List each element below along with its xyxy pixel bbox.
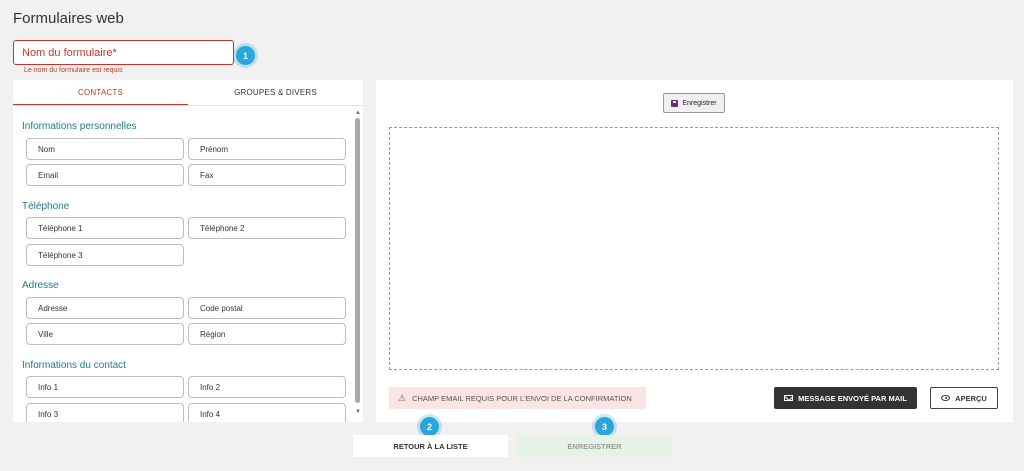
mail-message-label: MESSAGE ENVOYÉ PAR MAIL xyxy=(798,393,907,403)
scroll-thumb[interactable] xyxy=(355,118,360,403)
scroll-down-icon[interactable]: ▼ xyxy=(355,409,361,415)
field-info-1[interactable]: Info 1 xyxy=(26,376,184,398)
field-ville[interactable]: Ville xyxy=(26,323,184,345)
section-title-contact-info: Informations du contact xyxy=(22,360,126,371)
field-telephone-2[interactable]: Téléphone 2 xyxy=(188,217,346,239)
step-badge-3: 3 xyxy=(595,417,614,436)
preview-label: APERÇU xyxy=(955,393,987,403)
field-region[interactable]: Région xyxy=(188,323,346,345)
step-badge-2: 2 xyxy=(420,417,439,436)
tab-groupes-divers[interactable]: GROUPES & DIVERS xyxy=(188,80,363,105)
warning-icon: ⚠ xyxy=(398,392,407,403)
form-name-error: Le nom du formulaire est requis xyxy=(24,67,123,74)
section-title-personal: Informations personnelles xyxy=(22,121,137,132)
warning-text: CHAMP EMAIL REQUIS POUR L'ENVOI DE LA CO… xyxy=(412,393,632,403)
tab-contacts[interactable]: CONTACTS xyxy=(13,80,188,105)
preview-button[interactable]: APERÇU xyxy=(930,387,998,409)
floppy-disk-icon xyxy=(671,99,679,107)
mail-message-button[interactable]: MESSAGE ENVOYÉ PAR MAIL xyxy=(774,387,917,409)
step-badge-1: 1 xyxy=(236,46,255,65)
field-info-2[interactable]: Info 2 xyxy=(188,376,346,398)
field-info-4[interactable]: Info 4 xyxy=(188,403,346,422)
fields-panel: CONTACTS GROUPES & DIVERS Informations p… xyxy=(13,80,363,422)
form-name-placeholder: Nom du formulaire* xyxy=(22,46,117,59)
field-code-postal[interactable]: Code postal xyxy=(188,297,346,319)
eye-icon xyxy=(941,395,951,401)
field-telephone-3[interactable]: Téléphone 3 xyxy=(26,244,184,266)
section-title-address: Adresse xyxy=(22,280,59,291)
email-required-warning: ⚠ CHAMP EMAIL REQUIS POUR L'ENVOI DE LA … xyxy=(389,387,646,409)
scroll-up-icon[interactable]: ▲ xyxy=(355,110,361,116)
field-info-3[interactable]: Info 3 xyxy=(26,403,184,422)
section-title-phone: Téléphone xyxy=(22,201,70,212)
page-title: Formulaires web xyxy=(13,10,124,27)
form-name-input[interactable]: Nom du formulaire* xyxy=(13,40,234,65)
editor-save-label: Enregistrer xyxy=(682,99,717,107)
field-adresse[interactable]: Adresse xyxy=(26,297,184,319)
editor-save-button[interactable]: Enregistrer xyxy=(663,93,725,113)
back-to-list-button[interactable]: RETOUR À LA LISTE xyxy=(353,435,508,457)
field-fax[interactable]: Fax xyxy=(188,164,346,186)
form-drop-zone[interactable] xyxy=(389,127,999,370)
field-telephone-1[interactable]: Téléphone 1 xyxy=(26,217,184,239)
fields-scrollbar[interactable]: ▲ ▼ xyxy=(353,110,363,422)
field-nom[interactable]: Nom xyxy=(26,138,184,160)
envelope-icon xyxy=(784,395,794,401)
form-editor-panel: Enregistrer ⚠ CHAMP EMAIL REQUIS POUR L'… xyxy=(376,80,1013,422)
save-form-button[interactable]: ENREGISTRER xyxy=(517,435,672,457)
field-prenom[interactable]: Prénom xyxy=(188,138,346,160)
field-tabs: CONTACTS GROUPES & DIVERS xyxy=(13,80,363,106)
fields-list: Informations personnelles Nom Prénom Ema… xyxy=(13,107,353,422)
field-email[interactable]: Email xyxy=(26,164,184,186)
